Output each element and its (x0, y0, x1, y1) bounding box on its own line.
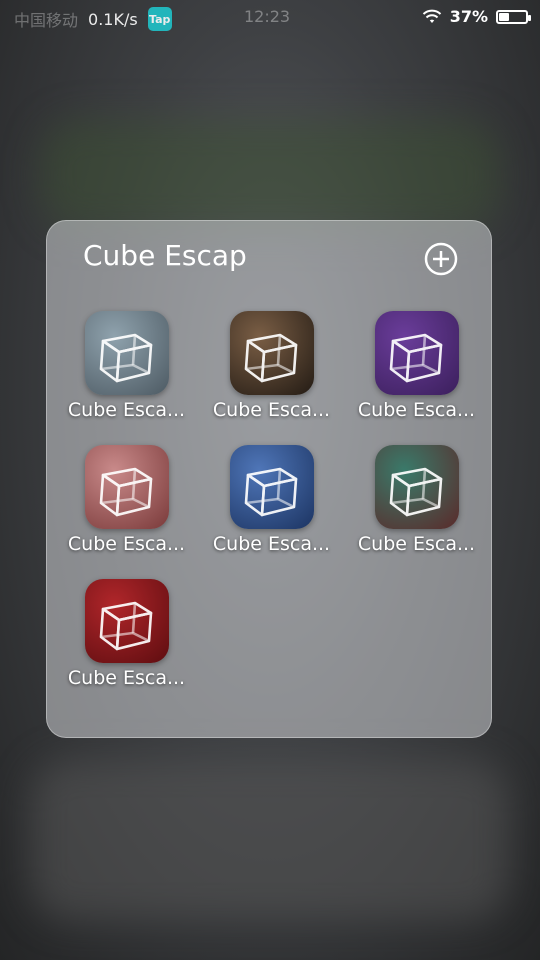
app-icon[interactable] (84, 445, 169, 529)
app-item[interactable]: Cube Esca... (54, 311, 199, 421)
background-blur (30, 760, 510, 920)
clock: 12:23 (244, 7, 291, 26)
app-label: Cube Esca... (212, 533, 331, 555)
cube-icon (389, 467, 442, 517)
wifi-icon (422, 9, 441, 23)
network-speed: 0.1K/s (88, 9, 138, 29)
app-label: Cube Esca... (357, 399, 476, 421)
status-left: 中国移动 0.1K/s Tap (14, 7, 172, 31)
app-icon[interactable] (84, 311, 169, 395)
app-icon[interactable] (229, 311, 314, 395)
app-label: Cube Esca... (212, 399, 331, 421)
status-right: 37% (422, 7, 531, 26)
battery-icon (496, 9, 531, 24)
app-item[interactable]: Cube Esca... (199, 445, 344, 555)
app-item[interactable]: Cube Esca... (199, 311, 344, 421)
app-item[interactable]: Cube Esca... (344, 311, 489, 421)
app-icon[interactable] (374, 445, 459, 529)
app-icon[interactable] (84, 579, 169, 663)
cube-icon (99, 333, 152, 383)
battery-percent: 37% (449, 7, 488, 26)
status-bar: 中国移动 0.1K/s Tap 12:23 37% (0, 0, 540, 34)
tap-app-icon: Tap (147, 7, 172, 31)
app-label: Cube Esca... (357, 533, 476, 555)
app-item[interactable]: Cube Esca... (344, 445, 489, 555)
app-item[interactable]: Cube Esca... (54, 579, 199, 689)
app-label: Cube Esca... (67, 399, 186, 421)
app-label: Cube Esca... (67, 533, 186, 555)
cube-icon (244, 333, 297, 383)
cube-icon (99, 601, 152, 651)
cube-icon (389, 333, 442, 383)
cube-icon (244, 467, 297, 517)
folder-title[interactable]: Cube Escap (83, 239, 247, 272)
app-icon[interactable] (229, 445, 314, 529)
carrier-label: 中国移动 (14, 11, 79, 30)
cube-icon (99, 467, 152, 517)
app-label: Cube Esca... (67, 667, 186, 689)
plus-circle-icon[interactable] (423, 241, 459, 277)
app-item[interactable]: Cube Esca... (54, 445, 199, 555)
app-icon[interactable] (374, 311, 459, 395)
background-blur (40, 120, 500, 230)
app-folder: Cube Escap Cube Esca... Cube Esca... Cub… (46, 220, 492, 738)
